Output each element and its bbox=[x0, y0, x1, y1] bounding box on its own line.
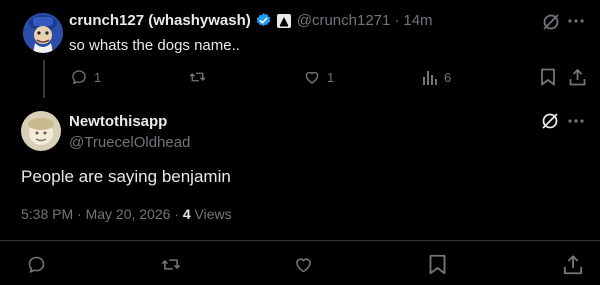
share-icon[interactable] bbox=[569, 68, 586, 86]
bookmark-icon[interactable] bbox=[540, 68, 556, 86]
tweet-meta: 5:38 PM · May 20, 2026 · 4 Views bbox=[21, 206, 232, 222]
share-icon[interactable] bbox=[563, 254, 583, 275]
reply-button[interactable]: 1 bbox=[70, 68, 101, 86]
reply-icon bbox=[70, 68, 88, 86]
verified-badge-icon bbox=[255, 12, 272, 29]
reply-icon[interactable] bbox=[26, 254, 47, 275]
divider bbox=[0, 240, 600, 241]
like-count: 1 bbox=[327, 69, 335, 85]
more-icon[interactable] bbox=[568, 19, 584, 23]
bookmark-icon[interactable] bbox=[428, 254, 447, 275]
views-button[interactable]: 6 bbox=[422, 68, 451, 86]
like-icon[interactable] bbox=[293, 254, 314, 275]
grok-icon[interactable] bbox=[542, 13, 560, 31]
affiliate-badge-icon[interactable] bbox=[276, 13, 292, 29]
main-display-name[interactable]: Newtothisapp bbox=[69, 113, 167, 130]
reply-count: 1 bbox=[94, 69, 102, 85]
repost-icon bbox=[188, 68, 207, 86]
reply-text: so whats the dogs name.. bbox=[69, 37, 240, 54]
like-button[interactable]: 1 bbox=[303, 68, 334, 86]
views-count: 4 bbox=[182, 206, 191, 222]
views-icon bbox=[422, 68, 438, 86]
reply-handle[interactable]: @crunch1271 bbox=[297, 12, 391, 29]
thread-line bbox=[43, 60, 45, 98]
main-tweet-text: People are saying benjamin bbox=[21, 167, 231, 186]
separator-dot: · bbox=[394, 12, 400, 29]
views-count: 6 bbox=[444, 69, 452, 85]
main-handle[interactable]: @TruecelOldhead bbox=[69, 134, 190, 151]
reply-time[interactable]: 14m bbox=[403, 12, 432, 29]
grok-icon[interactable] bbox=[541, 112, 559, 130]
views-label: Views bbox=[190, 206, 232, 222]
like-icon bbox=[303, 68, 321, 86]
avatar[interactable] bbox=[23, 13, 63, 53]
repost-icon[interactable] bbox=[160, 254, 182, 275]
tweet-timestamp[interactable]: 5:38 PM · May 20, 2026 · bbox=[21, 206, 183, 222]
avatar[interactable] bbox=[21, 111, 61, 151]
reply-display-name[interactable]: crunch127 (whashywash) bbox=[69, 12, 251, 29]
repost-button[interactable] bbox=[188, 68, 207, 86]
more-icon[interactable] bbox=[568, 119, 584, 123]
